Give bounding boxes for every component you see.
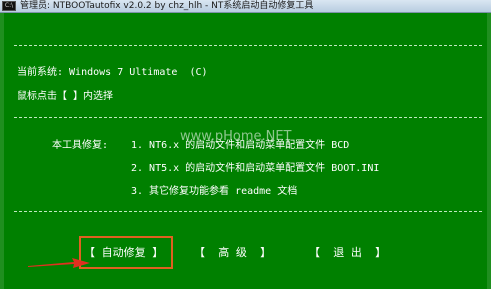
repair-item-3: 3. 其它修复功能参看 readme 文档	[131, 186, 298, 197]
separator-bottom	[14, 211, 482, 212]
repair-heading: 本工具修复:	[52, 140, 109, 151]
exit-button[interactable]: 【 退 出 】	[309, 246, 386, 260]
watermark-text: www.pHome.NET	[180, 129, 292, 144]
auto-repair-button[interactable]: 【 自动修复 】	[84, 246, 163, 260]
window-titlebar[interactable]: C:\ 管理员: NTBOOTautofix v2.0.2 by chz_hlh…	[0, 0, 491, 13]
separator-top	[14, 45, 482, 46]
separator-middle	[14, 117, 482, 118]
window-title: 管理员: NTBOOTautofix v2.0.2 by chz_hlh - N…	[20, 1, 314, 11]
pointer-arrow-icon	[28, 258, 90, 268]
console-icon: C:\	[2, 1, 16, 11]
repair-item-2: 2. NT5.x 的启动文件和启动菜单配置文件 BOOT.INI	[131, 163, 380, 174]
advanced-button[interactable]: 【 高 级 】	[194, 246, 271, 260]
mouse-hint-text: 鼠标点击【 】内选择	[17, 91, 114, 102]
console-area: 当前系统: Windows 7 Ultimate (C) 鼠标点击【 】内选择 …	[4, 13, 487, 289]
current-system-text: 当前系统: Windows 7 Ultimate (C)	[17, 67, 208, 78]
